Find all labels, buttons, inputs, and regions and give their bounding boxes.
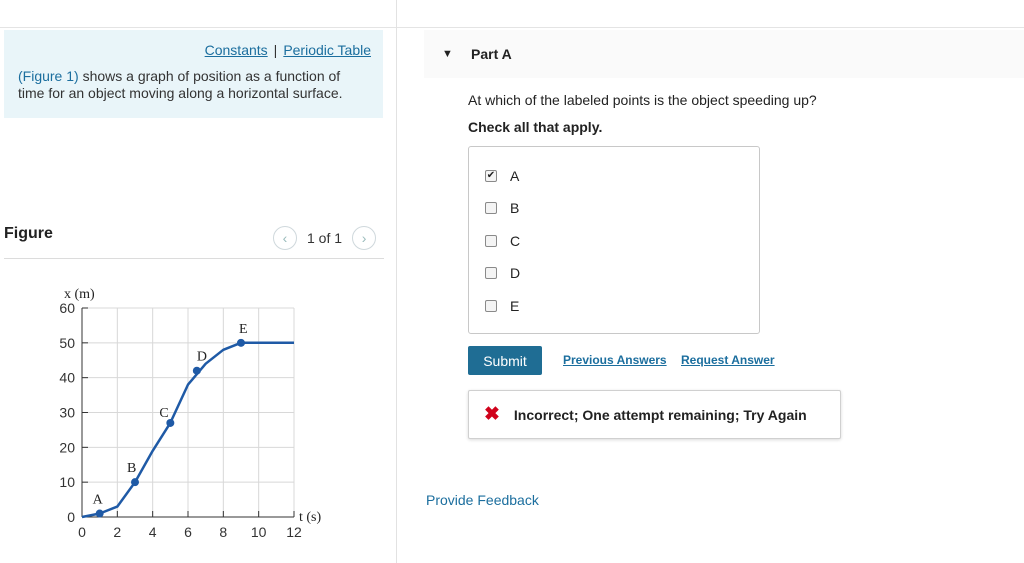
options-box: ✔ A B C D E <box>468 146 760 334</box>
option-a[interactable]: ✔ A <box>485 168 519 184</box>
data-point <box>131 478 139 487</box>
request-answer-link[interactable]: Request Answer <box>681 353 775 367</box>
data-point <box>95 509 104 518</box>
intro-text: (Figure 1) shows a graph of position as … <box>18 68 369 102</box>
resource-links: Constants | Periodic Table <box>18 42 371 58</box>
y-tick-label: 40 <box>59 370 75 386</box>
prev-figure-button[interactable]: ‹ <box>273 226 297 250</box>
option-c[interactable]: C <box>485 233 520 249</box>
point-label: A <box>93 493 104 508</box>
link-separator: | <box>273 42 278 58</box>
figure-pager: ‹ 1 of 1 › <box>273 226 377 250</box>
periodic-table-link[interactable]: Periodic Table <box>283 42 371 58</box>
figure-divider <box>4 258 384 259</box>
provide-feedback-link[interactable]: Provide Feedback <box>426 492 539 508</box>
figure-title: Figure <box>4 225 53 242</box>
x-tick-label: 4 <box>149 524 157 540</box>
chevron-left-icon: ‹ <box>282 230 288 246</box>
point-label: E <box>239 322 248 337</box>
x-tick-label: 8 <box>219 524 227 540</box>
part-a-title[interactable]: Part A <box>471 46 512 62</box>
x-tick-label: 10 <box>251 524 267 540</box>
question-text: At which of the labeled points is the ob… <box>468 92 817 108</box>
instruction-text: Check all that apply. <box>468 119 603 135</box>
y-tick-label: 60 <box>59 300 75 316</box>
point-label: C <box>159 406 168 421</box>
checkbox-a[interactable]: ✔ <box>485 170 497 182</box>
x-tick-label: 0 <box>78 524 86 540</box>
panel-divider <box>396 0 397 563</box>
top-border <box>0 0 1024 28</box>
y-tick-label: 0 <box>67 509 75 525</box>
position-time-graph: 0 10 20 30 40 50 60 0 2 4 6 8 10 12 x (m) t (s) A B C D E <box>59 287 322 540</box>
error-x-icon: ✖ <box>484 404 500 425</box>
x-tick-label: 2 <box>113 524 121 540</box>
checkbox-b[interactable] <box>485 202 497 214</box>
option-label: A <box>510 168 520 184</box>
y-tick-label: 10 <box>59 474 75 490</box>
x-tick-label: 6 <box>184 524 192 540</box>
y-tick-label: 30 <box>59 405 75 421</box>
data-point <box>237 338 245 347</box>
y-tick-label: 20 <box>59 439 75 455</box>
next-figure-button[interactable]: › <box>352 226 377 250</box>
data-point <box>192 366 201 375</box>
option-d[interactable]: D <box>485 265 520 281</box>
caret-down-icon[interactable]: ▼ <box>442 48 453 60</box>
intro-box: Constants | Periodic Table (Figure 1) show… <box>4 30 383 118</box>
y-axis-label: x (m) <box>64 287 95 302</box>
checkbox-d[interactable] <box>485 267 497 279</box>
previous-answers-link[interactable]: Previous Answers <box>563 353 667 367</box>
option-label: C <box>510 233 521 249</box>
option-b[interactable]: B <box>485 200 519 216</box>
x-tick-label: 12 <box>286 524 302 540</box>
constants-link[interactable]: Constants <box>205 42 268 58</box>
checkbox-e[interactable] <box>485 300 497 312</box>
y-tick-label: 50 <box>59 335 75 351</box>
pager-text: 1 of 1 <box>307 230 343 246</box>
option-label: D <box>510 265 521 281</box>
point-label: D <box>197 350 207 365</box>
checkbox-c[interactable] <box>485 235 497 247</box>
x-axis-label: t (s) <box>299 510 322 525</box>
figure-link[interactable]: (Figure 1) <box>18 68 79 84</box>
feedback-text: Incorrect; One attempt remaining; Try Ag… <box>513 406 807 423</box>
option-label: E <box>510 298 520 314</box>
option-e[interactable]: E <box>485 298 519 314</box>
option-label: B <box>510 200 520 216</box>
part-a-header[interactable] <box>424 30 1024 78</box>
submit-button[interactable]: Submit <box>468 346 542 375</box>
point-label: B <box>127 461 136 476</box>
feedback-box: ✖ Incorrect; One attempt remaining; Try … <box>468 390 841 439</box>
chevron-right-icon: › <box>361 230 367 246</box>
